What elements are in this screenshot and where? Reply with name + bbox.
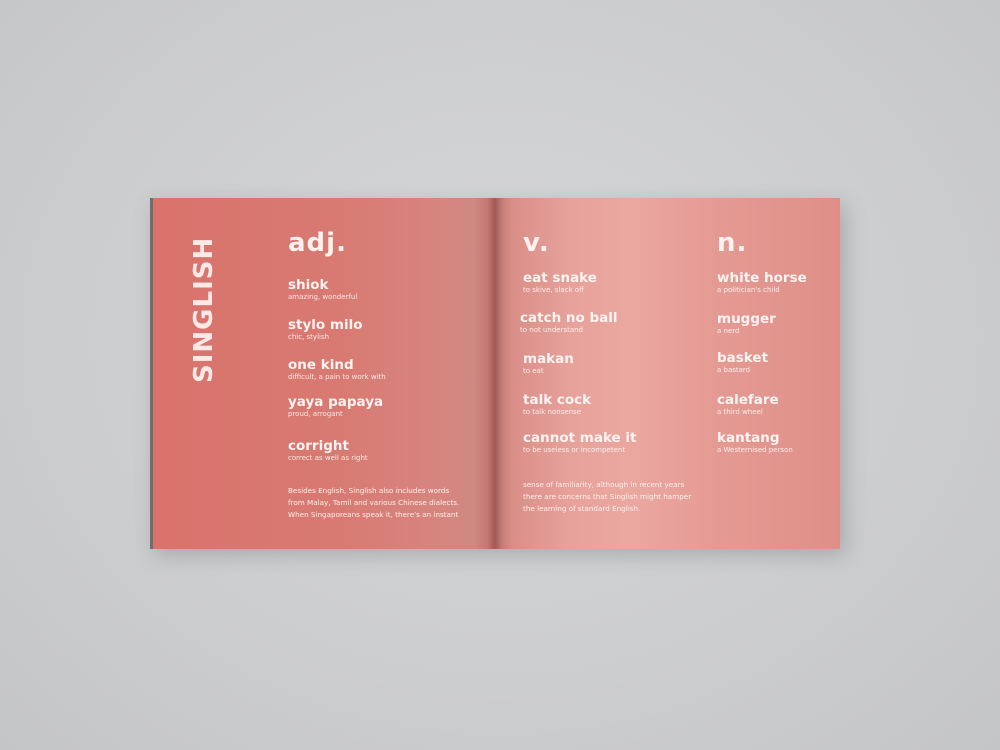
entry-term: calefare: [717, 392, 779, 408]
adj-entry: one kind difficult, a pain to work with: [288, 358, 386, 382]
entry-term: basket: [717, 350, 769, 366]
entry-term: corright: [288, 438, 349, 454]
entry-term: cannot make it: [523, 430, 637, 446]
noun-entry: white horse a politician's child: [717, 271, 807, 295]
paragraph-line: sense of familiarity, although in recent…: [523, 480, 685, 489]
entry-definition: to not understand: [520, 326, 584, 334]
entry-definition: a bastard: [717, 366, 751, 374]
entry-definition: to be useless or incompetent: [523, 446, 626, 454]
entry-term: one kind: [288, 357, 354, 373]
open-booklet: SINGLISH adj. shiok amazing, wonderful s…: [150, 198, 840, 549]
verb-heading: v.: [523, 228, 550, 258]
right-page: v. n. eat snake to skive, slack off catc…: [495, 198, 840, 549]
entry-definition: to skive, slack off: [523, 286, 584, 294]
entry-term: kantang: [717, 430, 780, 446]
paragraph-line: from Malay, Tamil and various Chinese di…: [288, 498, 460, 507]
entry-definition: to talk nonsense: [523, 408, 582, 416]
spine-fold: [488, 198, 502, 549]
adj-entry: shiok amazing, wonderful: [288, 278, 357, 302]
backdrop: SINGLISH adj. shiok amazing, wonderful s…: [0, 0, 1000, 750]
entry-term: stylo milo: [288, 317, 363, 333]
paragraph-line: the learning of standard English.: [523, 504, 641, 513]
noun-entry: calefare a third wheel: [717, 393, 779, 417]
entry-definition: a politician's child: [717, 286, 780, 294]
entry-definition: to eat: [523, 367, 544, 375]
adj-entry: corright correct as well as right: [288, 439, 368, 463]
paragraph-line: there are concerns that Singlish might h…: [523, 492, 692, 501]
verb-entry: catch no ball to not understand: [520, 311, 618, 335]
intro-paragraph: Besides English, Singlish also includes …: [288, 485, 473, 521]
entry-definition: correct as well as right: [288, 454, 368, 462]
page-title: SINGLISH: [189, 236, 219, 383]
entry-definition: a nerd: [717, 327, 740, 335]
left-page: SINGLISH adj. shiok amazing, wonderful s…: [150, 198, 495, 549]
paragraph-line: When Singaporeans speak it, there's an i…: [288, 510, 459, 519]
adj-entry: yaya papaya proud, arrogant: [288, 395, 383, 419]
entry-term: mugger: [717, 311, 776, 327]
adj-heading: adj.: [288, 228, 347, 258]
noun-entry: basket a bastard: [717, 351, 768, 375]
entry-definition: a Westernised person: [717, 446, 793, 454]
verb-entry: talk cock to talk nonsense: [523, 393, 591, 417]
entry-definition: amazing, wonderful: [288, 293, 358, 301]
entry-definition: difficult, a pain to work with: [288, 373, 386, 381]
verb-entry: makan to eat: [523, 352, 574, 376]
noun-entry: kantang a Westernised person: [717, 431, 793, 455]
entry-term: white horse: [717, 270, 807, 286]
adj-entry: stylo milo chic, stylish: [288, 318, 363, 342]
entry-definition: a third wheel: [717, 408, 763, 416]
entry-term: talk cock: [523, 392, 592, 408]
noun-heading: n.: [717, 228, 748, 258]
entry-term: catch no ball: [520, 310, 618, 326]
verb-entry: cannot make it to be useless or incompet…: [523, 431, 637, 455]
noun-entry: mugger a nerd: [717, 312, 776, 336]
entry-definition: chic, stylish: [288, 333, 330, 341]
entry-term: makan: [523, 351, 574, 367]
entry-term: yaya papaya: [288, 394, 384, 410]
entry-term: eat snake: [523, 270, 597, 286]
paragraph-line: Besides English, Singlish also includes …: [288, 486, 450, 495]
verb-entry: eat snake to skive, slack off: [523, 271, 597, 295]
entry-term: shiok: [288, 277, 329, 293]
entry-definition: proud, arrogant: [288, 410, 343, 418]
closing-paragraph: sense of familiarity, although in recent…: [523, 479, 708, 515]
